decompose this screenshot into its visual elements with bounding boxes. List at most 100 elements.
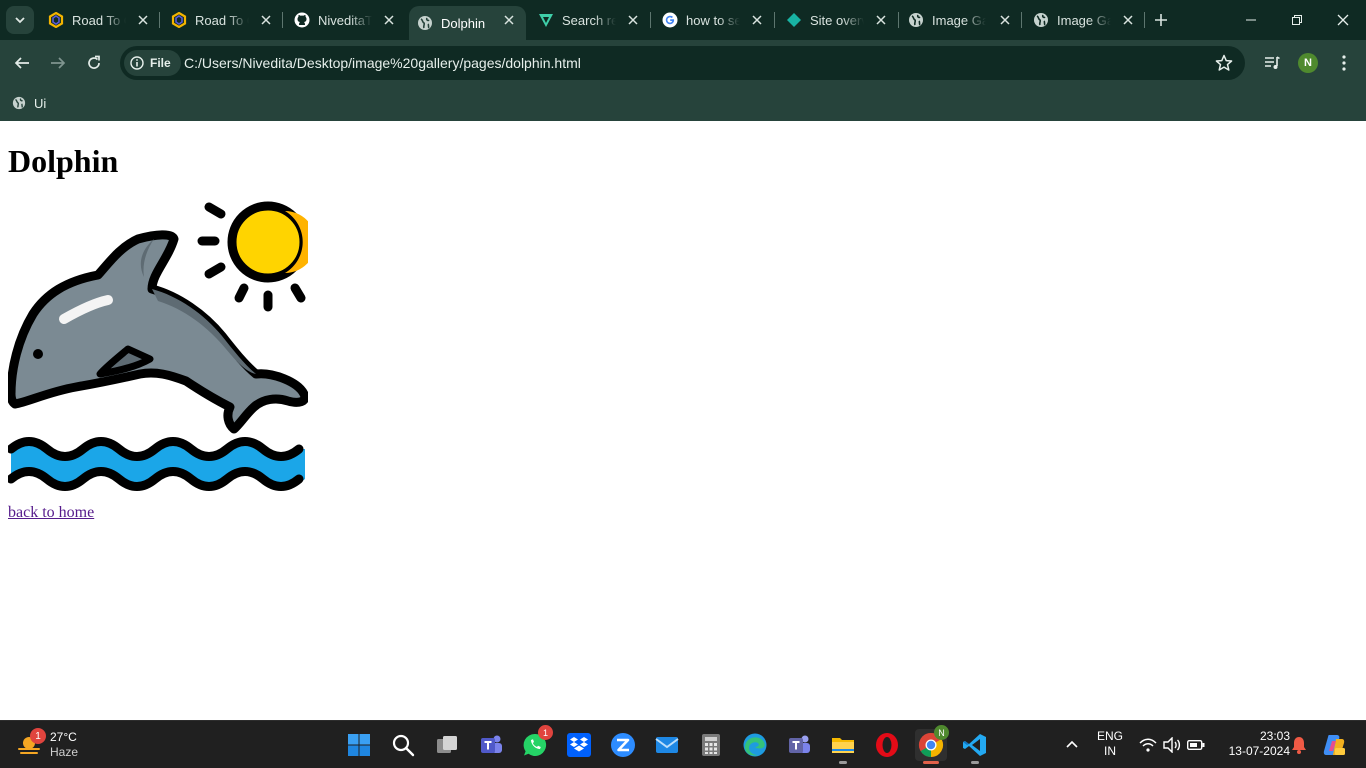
forward-button[interactable] [44,49,72,77]
hexagon-favicon-icon [48,12,64,28]
tab-google-search[interactable]: how to se [654,0,774,40]
zoom-app[interactable] [607,729,639,761]
water-waves-icon [8,437,305,491]
plus-icon [1155,14,1167,26]
tab-separator [282,12,283,28]
chrome-app[interactable]: N [915,725,949,764]
tab-strip: Road To C Road To C NiveditaT Dolphin Se… [0,0,1366,40]
minimize-button[interactable] [1228,0,1274,40]
star-icon[interactable] [1215,54,1233,72]
close-icon[interactable] [382,13,396,27]
copilot-icon [1323,735,1345,755]
hexagon-favicon-icon [171,12,187,28]
haze-weather-icon: 1 [16,728,46,758]
profile-avatar[interactable]: N [1298,53,1318,73]
back-button[interactable] [8,49,36,77]
copilot-button[interactable] [1320,721,1348,768]
close-icon[interactable] [626,13,640,27]
queue-music-icon [1265,56,1280,69]
reload-button[interactable] [80,49,108,77]
tab-image-gallery-2[interactable]: Image Ga [1025,0,1145,40]
weather-widget[interactable]: 1 27°C Haze [16,727,78,763]
taskbar-search-button[interactable] [387,729,419,761]
notifications-button[interactable] [1288,721,1310,768]
show-hidden-icons-button[interactable] [1060,721,1084,768]
new-tab-button[interactable] [1151,10,1171,30]
page-title: Dolphin [8,143,119,179]
tab-road-to-c-2[interactable]: Road To C [163,0,283,40]
close-icon[interactable] [874,13,888,27]
task-view-button[interactable] [431,729,463,761]
running-indicator [839,761,847,764]
close-icon[interactable] [502,13,516,27]
dropbox-app[interactable] [563,729,595,761]
back-to-home-link[interactable]: back to home [8,504,94,522]
dropbox-icon [567,733,591,757]
mail-app[interactable] [651,729,683,761]
folder-icon [832,738,854,753]
clock-date: 13-07-2024 [1228,744,1290,758]
battery-status[interactable] [1185,721,1207,768]
close-icon[interactable] [136,13,150,27]
tab-title: Image Ga [1057,12,1111,28]
browser-menu-button[interactable] [1333,52,1355,74]
tab-github[interactable]: NiveditaT [286,0,406,40]
close-icon[interactable] [750,13,764,27]
tab-site-overview[interactable]: Site overv [778,0,898,40]
page-content: Dolphin back to home [0,121,1366,720]
task-view-icon [437,736,457,753]
chip-label: File [150,56,171,70]
site-info-chip[interactable]: File [124,50,181,76]
region-code: IN [1104,744,1116,758]
globe-icon [908,12,924,28]
bookmark-ui[interactable]: Ui [12,92,46,114]
edge-icon [743,733,767,757]
opera-app[interactable] [871,729,903,761]
start-button[interactable] [343,729,375,761]
restore-button[interactable] [1274,0,1320,40]
arrow-right-icon [51,57,66,69]
url-text[interactable]: C:/Users/Nivedita/Desktop/image%20galler… [184,55,581,71]
volume-status[interactable] [1161,721,1183,768]
profile-badge: N [934,725,949,740]
zoom-icon [611,733,635,757]
tab-road-to-c-1[interactable]: Road To C [40,0,160,40]
language-indicator[interactable]: ENG IN [1094,729,1126,759]
bookmarks-bar: Ui [0,86,1366,121]
address-bar[interactable]: File C:/Users/Nivedita/Desktop/image%20g… [120,46,1245,80]
whatsapp-app[interactable]: 1 [519,725,553,761]
file-explorer-app[interactable] [827,729,859,764]
tab-title: Site overv [810,12,864,28]
mail-icon [655,737,679,753]
tab-search-results[interactable]: Search re [530,0,650,40]
tab-title: Road To C [195,12,249,28]
chevron-up-icon [1066,740,1078,748]
close-icon[interactable] [259,13,273,27]
speaker-icon [1163,737,1181,753]
vscode-app[interactable] [959,729,991,764]
teams-app[interactable] [475,729,507,761]
language-code: ENG [1096,729,1123,743]
clock[interactable]: 23:03 13-07-2024 [1214,729,1290,759]
kebab-menu-icon [1342,55,1346,71]
tab-search-button[interactable] [6,6,34,34]
teams-icon [481,735,502,753]
weather-temperature: 27°C [50,730,77,744]
media-control-button[interactable] [1261,52,1283,74]
close-icon[interactable] [1121,13,1135,27]
tab-title: Dolphin [441,15,486,31]
teams-personal-app[interactable] [783,729,815,761]
tab-dolphin[interactable]: Dolphin [409,6,526,40]
close-window-button[interactable] [1320,0,1366,40]
tab-separator [650,12,651,28]
tab-separator [898,12,899,28]
tab-title: Road To C [72,12,126,28]
calculator-app[interactable] [695,729,727,761]
tab-image-gallery-1[interactable]: Image Ga [902,0,1022,40]
sun-icon [227,201,308,283]
wifi-status[interactable] [1137,721,1159,768]
close-icon[interactable] [998,13,1012,27]
edge-app[interactable] [739,729,771,761]
tab-title: Search re [562,12,616,28]
running-indicator [923,761,939,764]
